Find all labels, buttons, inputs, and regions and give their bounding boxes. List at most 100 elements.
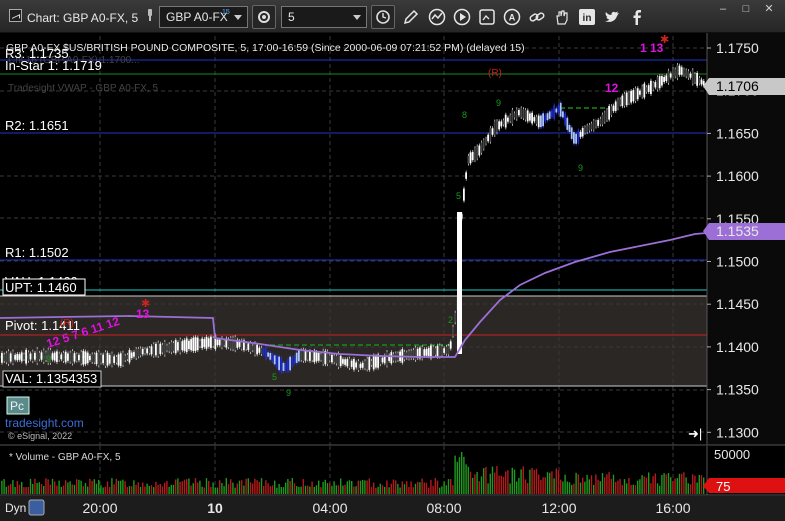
- volume-bar: [474, 474, 476, 494]
- template-icon[interactable]: [478, 8, 496, 26]
- volume-bar: [637, 480, 639, 494]
- volume-bar: [588, 479, 590, 494]
- volume-bar: [100, 485, 102, 494]
- studies-icon[interactable]: [428, 8, 446, 26]
- candle-body: [427, 347, 430, 357]
- dyn-toggle[interactable]: [28, 499, 45, 516]
- volume-header: * Volume - GBP A0-FX, 5: [9, 452, 121, 463]
- volume-bar: [359, 480, 362, 494]
- candle-body: [680, 67, 683, 75]
- linkedin-icon[interactable]: in: [578, 8, 596, 26]
- candle-body: [551, 110, 553, 117]
- price-chart-svg[interactable]: GBP A0-FX $US/BRITISH POUND COMPOSITE, 5…: [0, 33, 785, 521]
- play-icon[interactable]: [453, 8, 471, 26]
- svg-text:5: 5: [272, 372, 277, 382]
- interval-clock-button[interactable]: [371, 5, 395, 29]
- volume-bar: [238, 480, 241, 494]
- candle-body: [207, 338, 210, 347]
- volume-bar: [210, 486, 212, 494]
- candle-body: [25, 349, 27, 364]
- candle-body: [698, 77, 701, 84]
- interval-select[interactable]: 5: [281, 6, 367, 28]
- volume-bar: [353, 486, 355, 494]
- candle-body: [34, 352, 36, 360]
- candle-body: [148, 348, 151, 354]
- symbol-link-button[interactable]: [252, 5, 276, 29]
- candle-body: [91, 354, 93, 362]
- candle-body: [643, 83, 646, 98]
- volume-bar: [386, 480, 388, 494]
- candle-body: [542, 113, 544, 127]
- candle-body: [95, 352, 98, 365]
- link-icon[interactable]: [528, 8, 546, 26]
- volume-bar: [540, 479, 542, 494]
- hand-icon[interactable]: [553, 8, 571, 26]
- volume-bar: [645, 477, 648, 494]
- volume-bar: [329, 483, 331, 494]
- volume-bar: [159, 483, 161, 494]
- svg-text:8: 8: [462, 110, 467, 120]
- alert-icon[interactable]: A: [503, 8, 521, 26]
- candle-body: [502, 120, 505, 125]
- volume-bar: [450, 479, 452, 494]
- volume-bar: [573, 483, 575, 494]
- volume-bar: [443, 481, 445, 494]
- volume-bar: [549, 472, 551, 494]
- candle-body: [592, 120, 595, 130]
- volume-bar: [502, 476, 505, 494]
- close-button[interactable]: ✕: [758, 2, 780, 16]
- volume-bar: [247, 478, 249, 494]
- dyn-label[interactable]: Dyn: [5, 501, 26, 515]
- volume-bar: [32, 484, 34, 494]
- candle-body: [520, 108, 522, 117]
- volume-bar: [12, 480, 14, 494]
- volume-bar: [135, 484, 137, 494]
- volume-bar: [661, 474, 663, 494]
- volume-bar: [56, 485, 58, 494]
- chart-window: Chart: GBP A0-FX, 5 GBP A0-FX 15 5 A in …: [0, 0, 785, 521]
- twitter-icon[interactable]: [603, 8, 621, 26]
- volume-bar: [590, 475, 593, 494]
- volume-bar: [98, 479, 100, 494]
- candle-body: [245, 343, 247, 349]
- candle-body: [216, 339, 219, 346]
- volume-bar: [190, 485, 192, 494]
- volume-bar: [566, 481, 568, 494]
- symbol-value: GBP A0-FX: [166, 10, 228, 24]
- scroll-right-end-icon[interactable]: ➜|: [688, 426, 702, 441]
- volume-bar: [672, 480, 674, 494]
- candle-body: [97, 351, 100, 366]
- candle-body: [282, 362, 285, 371]
- volume-bar: [208, 480, 210, 494]
- volume-bar: [694, 475, 696, 494]
- maximize-button[interactable]: □: [735, 2, 757, 16]
- volume-bar: [47, 479, 49, 494]
- candle-body: [652, 83, 654, 90]
- volume-bar: [131, 486, 133, 494]
- candle-body: [194, 337, 197, 352]
- symbol-select[interactable]: GBP A0-FX 15: [159, 6, 248, 28]
- draw-pencil-icon[interactable]: [402, 8, 420, 26]
- minimize-button[interactable]: –: [712, 2, 734, 16]
- volume-bar: [626, 483, 628, 494]
- candle-body: [104, 352, 107, 366]
- candle-body: [3, 354, 5, 362]
- volume-bar: [410, 481, 412, 494]
- volume-bar: [278, 483, 280, 494]
- volume-bar: [104, 486, 106, 494]
- volume-bar: [102, 487, 104, 494]
- chevron-down-icon: [234, 15, 242, 20]
- candle-body: [144, 349, 146, 354]
- chart-area[interactable]: GBP A0-FX $US/BRITISH POUND COMPOSITE, 5…: [0, 33, 785, 521]
- facebook-icon[interactable]: [628, 8, 646, 26]
- candle-body: [366, 358, 368, 370]
- volume-bar: [491, 466, 494, 494]
- candle-body: [540, 115, 542, 128]
- candle-body: [432, 347, 434, 357]
- price-tick-label: 1.1750: [716, 40, 759, 56]
- candle-body: [379, 357, 382, 365]
- last-price: 1.1706: [716, 78, 759, 94]
- candle-body: [278, 356, 280, 371]
- pin-icon[interactable]: [145, 9, 155, 21]
- candle-body: [298, 350, 300, 362]
